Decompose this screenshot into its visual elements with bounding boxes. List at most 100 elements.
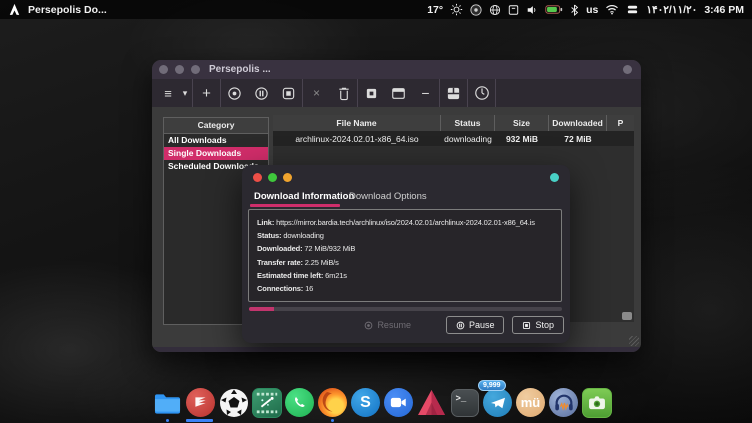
dock: S >_ 9,999 mü	[152, 387, 612, 419]
volume-icon[interactable]	[526, 3, 538, 17]
clock-icon	[474, 85, 490, 101]
column-header-size[interactable]: Size	[495, 115, 549, 131]
running-indicator	[331, 419, 334, 422]
dock-item-musescore[interactable]: mü	[515, 387, 546, 418]
eta-value: 6m21s	[325, 271, 347, 280]
dialog-pin-button[interactable]	[550, 173, 559, 182]
table-header-row: File Name Status Size Downloaded P	[273, 115, 634, 131]
battery-icon[interactable]	[545, 3, 563, 17]
film-wand-icon	[252, 388, 282, 418]
dock-item-red-app[interactable]	[185, 387, 216, 418]
skype-letter: S	[360, 394, 371, 412]
window-icon	[391, 87, 406, 100]
skype-icon: S	[351, 388, 380, 417]
zoom-window-button[interactable]	[191, 65, 200, 74]
sidebar-item-single-downloads[interactable]: Single Downloads	[164, 147, 268, 160]
tab-download-options[interactable]: Download Options	[349, 191, 427, 202]
dock-item-audacity[interactable]	[548, 387, 579, 418]
stop-download-button[interactable]	[275, 79, 302, 107]
active-tab-underline	[250, 204, 340, 207]
stage-manager-icon[interactable]	[626, 3, 639, 17]
active-app-indicator	[186, 419, 213, 422]
column-header-downloaded[interactable]: Downloaded	[549, 115, 607, 131]
video-camera-icon	[384, 388, 413, 417]
close-window-button[interactable]	[159, 65, 168, 74]
add-download-button[interactable]: +	[193, 79, 220, 107]
dialog-zoom-button[interactable]	[268, 173, 277, 182]
tab-download-information[interactable]: Download Information	[254, 191, 354, 202]
resume-button[interactable]: Resume	[355, 317, 420, 333]
notification-badge: 9,999	[478, 380, 506, 391]
dock-item-football[interactable]	[218, 387, 249, 418]
column-header-percent[interactable]: P	[607, 115, 634, 131]
minus-icon: −	[421, 85, 429, 101]
schedule-button[interactable]	[468, 79, 495, 107]
dock-item-video-editor[interactable]	[251, 387, 282, 418]
menu-caret-button[interactable]: ▾	[178, 79, 192, 107]
dock-item-zoom[interactable]	[383, 387, 414, 418]
menu-bar: Persepolis Do... 17° us	[0, 0, 752, 19]
minimize-window-button[interactable]	[175, 65, 184, 74]
stop-icon	[522, 321, 531, 330]
dialog-minimize-button[interactable]	[283, 173, 292, 182]
menu-date[interactable]: ۱۴۰۲/۱۱/۲۰	[646, 4, 697, 16]
arch-logo-icon[interactable]	[8, 3, 21, 17]
sidebar-item-all-downloads[interactable]: All Downloads	[164, 134, 268, 147]
pause-button[interactable]: Pause	[446, 316, 505, 334]
brightness-sun-icon[interactable]	[450, 3, 463, 17]
resize-grip[interactable]	[629, 336, 639, 346]
pause-icon	[456, 321, 465, 330]
remove-download-button[interactable]: ×	[303, 79, 330, 107]
dock-item-files[interactable]	[152, 387, 183, 418]
dock-item-whatsapp[interactable]	[284, 387, 315, 418]
active-app-name[interactable]: Persepolis Do...	[28, 4, 107, 16]
dock-item-screenshot[interactable]	[581, 387, 612, 418]
wifi-icon[interactable]	[605, 3, 619, 17]
dock-item-skype[interactable]: S	[350, 387, 381, 418]
resume-download-button[interactable]	[221, 79, 248, 107]
plus-icon: +	[202, 85, 211, 102]
queue-panel-button[interactable]	[358, 79, 385, 107]
info-line-link: Link: https://mirror.bardia.tech/archlin…	[257, 216, 553, 229]
remove-icon: ×	[313, 86, 320, 100]
info-line-eta: Estimated time left: 6m21s	[257, 269, 553, 282]
table-row[interactable]: archlinux-2024.02.01-x86_64.iso download…	[273, 131, 634, 146]
dialog-button-row: Resume Pause Stop	[242, 316, 564, 334]
stop-button[interactable]: Stop	[512, 316, 564, 334]
status-circle-icon[interactable]	[470, 3, 482, 17]
downloaded-value: 72 MiB/932 MiB	[304, 244, 355, 253]
package-icon[interactable]	[508, 3, 519, 17]
progress-window-button[interactable]	[385, 79, 412, 107]
stop-button-label: Stop	[535, 320, 554, 330]
trash-icon	[337, 86, 351, 101]
filled-square-icon	[365, 87, 378, 100]
status-value: downloading	[283, 231, 323, 240]
red-app-icon	[186, 388, 215, 417]
titlebar-right-dot[interactable]	[623, 65, 632, 74]
pause-button-label: Pause	[469, 320, 495, 330]
dialog-close-button[interactable]	[253, 173, 262, 182]
cell-file-name: archlinux-2024.02.01-x86_64.iso	[273, 131, 441, 146]
keyboard-layout-label[interactable]: us	[586, 4, 598, 16]
bluetooth-icon[interactable]	[570, 3, 579, 17]
camera-icon	[582, 388, 612, 418]
minimize-row-button[interactable]: −	[412, 79, 439, 107]
side-panel-button[interactable]	[440, 79, 467, 107]
column-header-file-name[interactable]: File Name	[273, 115, 441, 131]
column-header-status[interactable]: Status	[441, 115, 495, 131]
connections-label: Connections:	[257, 284, 303, 293]
dock-item-persepolis[interactable]	[416, 387, 447, 418]
menu-clock[interactable]: 3:46 PM	[704, 4, 744, 16]
temperature-label[interactable]: 17°	[427, 4, 443, 16]
dock-item-firefox[interactable]	[317, 387, 348, 418]
chevron-down-icon: ▾	[183, 88, 188, 99]
globe-icon[interactable]	[489, 3, 501, 17]
pause-circle-icon	[254, 86, 269, 101]
delete-file-button[interactable]	[330, 79, 357, 107]
dock-item-telegram[interactable]: 9,999	[482, 387, 513, 418]
pause-download-button[interactable]	[248, 79, 275, 107]
main-menu-button[interactable]: ≡	[158, 79, 178, 107]
table-scrollbar[interactable]	[622, 312, 632, 320]
window-titlebar[interactable]: Persepolis ...	[152, 60, 641, 79]
dock-item-terminal[interactable]: >_	[449, 387, 480, 418]
